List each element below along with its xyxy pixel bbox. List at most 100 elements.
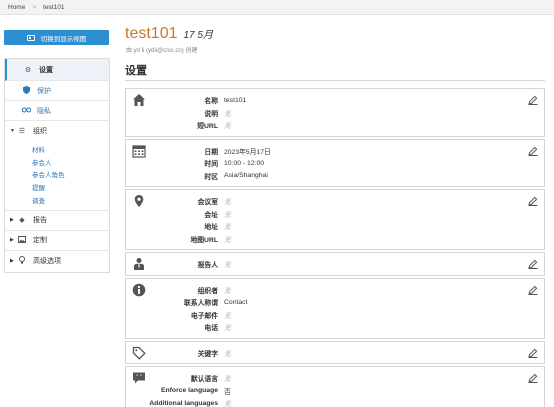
caret-right-icon: ▶	[10, 217, 14, 224]
field-row: 联系人称谓 Contact	[126, 296, 544, 309]
field-value: Asia/Shanghai	[224, 172, 268, 180]
sidebar-item-label: 隐私	[37, 107, 51, 115]
sidebar-item-label: 高级选项	[33, 257, 61, 265]
field-value: test101	[224, 96, 247, 104]
meeting-date-badge: 17 5月	[183, 30, 213, 41]
section-heading: 设置	[125, 65, 147, 77]
edit-pencil-icon[interactable]	[528, 348, 538, 358]
panel-keywords: 关键字无	[125, 340, 545, 364]
created-by: 由 yd li (ydli@cnic.cn) 创建	[126, 48, 198, 54]
field-row: 时间 10:00 - 12:00	[126, 157, 544, 170]
sidebar-subitem-participants[interactable]: 参会人	[5, 156, 109, 169]
field-row: 会址无	[126, 208, 544, 221]
switch-button-label: 切换到显示视图	[40, 35, 87, 43]
speech-bubble-icon: “”	[126, 367, 152, 407]
sidebar-item-label: 报告	[33, 217, 47, 225]
sidebar-subitem-materials[interactable]: 材料	[5, 143, 109, 156]
home-icon	[126, 89, 152, 136]
field-row: Enforce language 否	[126, 385, 544, 398]
field-value: 无	[224, 123, 231, 131]
field-row: 电话无	[126, 321, 544, 334]
field-value: 2023年5月17日	[224, 148, 271, 156]
field-value: 无	[224, 350, 231, 358]
panel-language: “” 默认语言无 Enforce language 否 Additional la…	[125, 366, 545, 407]
panel-speaker: 报告人无	[125, 252, 545, 276]
meeting-name: test101	[125, 25, 178, 42]
edit-pencil-icon[interactable]	[528, 196, 538, 206]
sidebar-item-label: 组织	[33, 128, 47, 135]
panel-contact: 组织者无 联系人称谓 Contact 电子邮件无 电话无	[125, 277, 545, 339]
panel-basic-info: 名称 test101 说明无 短URL 无	[125, 88, 545, 137]
breadcrumb-home-link[interactable]: Home	[8, 4, 25, 11]
person-icon	[126, 253, 152, 275]
divider	[125, 80, 545, 81]
page-title: test101 17 5月	[125, 25, 213, 43]
privacy-mask-icon	[21, 106, 31, 115]
panel-time: 日期 2023年5月17日 时间 10:00 - 12:00 时区 Asia/Shan…	[125, 138, 545, 187]
breadcrumb-separator: >	[32, 3, 37, 11]
location-pin-icon	[126, 190, 152, 249]
field-value: 无	[224, 401, 231, 407]
gear-icon: ⚙	[24, 66, 32, 74]
sidebar-item-privacy[interactable]: 隐私	[5, 101, 109, 121]
panel-location: 会议室无 会址无 地址无 地图URL 无	[125, 189, 545, 250]
shield-icon	[21, 85, 31, 96]
sidebar-item-label: 设置	[39, 66, 53, 74]
field-value: 无	[224, 312, 231, 320]
field-value: 无	[224, 236, 231, 244]
field-row: Additional languages 无	[126, 397, 544, 407]
organize-subitems: 材料 参会人 参会人角色 提醒 调查	[5, 141, 109, 211]
calendar-icon	[126, 140, 152, 187]
field-row: 地图URL 无	[126, 233, 544, 246]
field-value: 无	[224, 110, 231, 118]
sidebar-group-customize[interactable]: ▶ 定制	[5, 231, 109, 251]
field-value: 无	[224, 199, 231, 207]
field-value: 无	[224, 325, 231, 333]
field-value: 否	[224, 388, 231, 396]
lightbulb-icon	[17, 255, 27, 266]
edit-pencil-icon[interactable]	[528, 285, 538, 295]
field-row: 电子邮件无	[126, 309, 544, 322]
field-row: 关键字无	[126, 347, 544, 360]
field-row: 地址无	[126, 220, 544, 233]
sidebar-item-protect[interactable]: 保护	[5, 81, 109, 101]
field-row: 短URL 无	[126, 119, 544, 132]
caret-right-icon: ▶	[10, 257, 14, 264]
field-value: 无	[224, 224, 231, 232]
field-row: 说明无	[126, 107, 544, 120]
sidebar-subitem-reminders[interactable]: 提醒	[5, 181, 109, 194]
sidebar-subitem-participant-roles[interactable]: 参会人角色	[5, 168, 109, 181]
sidebar-item-settings[interactable]: ⚙ 设置	[5, 59, 109, 81]
edit-pencil-icon[interactable]	[528, 95, 538, 105]
list-icon: ☰	[18, 128, 26, 135]
field-row: 默认语言无	[126, 372, 544, 385]
image-icon	[17, 235, 27, 245]
switch-to-display-view-button[interactable]: 切换到显示视图	[4, 30, 109, 45]
sidebar-group-report[interactable]: ▶ ◆ 报告	[5, 211, 109, 231]
sidebar: ⚙ 设置 保护 隐私 ▼ ☰ 组织 材料 参会人 参会人角色 提醒 调查 ▶ ◆…	[4, 58, 110, 273]
edit-pencil-icon[interactable]	[528, 146, 538, 156]
edit-pencil-icon[interactable]	[528, 259, 538, 269]
caret-down-icon: ▼	[10, 128, 15, 134]
sidebar-item-label: 定制	[33, 237, 47, 245]
settings-panels: 名称 test101 说明无 短URL 无 日期 2023年5月17日 时间 10:00…	[125, 88, 545, 407]
field-value: 无	[224, 376, 231, 384]
layers-icon: ◆	[19, 217, 25, 225]
breadcrumb: Home > test101	[0, 0, 554, 15]
breadcrumb-current-link[interactable]: test101	[43, 4, 64, 11]
field-value: 无	[224, 211, 231, 219]
field-value: 10:00 - 12:00	[224, 159, 265, 167]
field-row: 会议室无	[126, 195, 544, 208]
field-value: 无	[224, 262, 231, 270]
field-value: 无	[224, 287, 231, 295]
edit-pencil-icon[interactable]	[528, 373, 538, 383]
field-row: 日期 2023年5月17日	[126, 145, 544, 158]
field-row: 报告人无	[126, 258, 544, 271]
sidebar-subitem-surveys[interactable]: 调查	[5, 193, 109, 206]
sidebar-group-organize[interactable]: ▼ ☰ 组织	[5, 121, 109, 141]
caret-right-icon: ▶	[10, 237, 14, 244]
tag-icon	[126, 342, 152, 364]
sidebar-item-label: 保护	[37, 87, 51, 95]
sidebar-group-advanced[interactable]: ▶ 高级选项	[5, 251, 109, 271]
field-row: 时区 Asia/Shanghai	[126, 170, 544, 183]
